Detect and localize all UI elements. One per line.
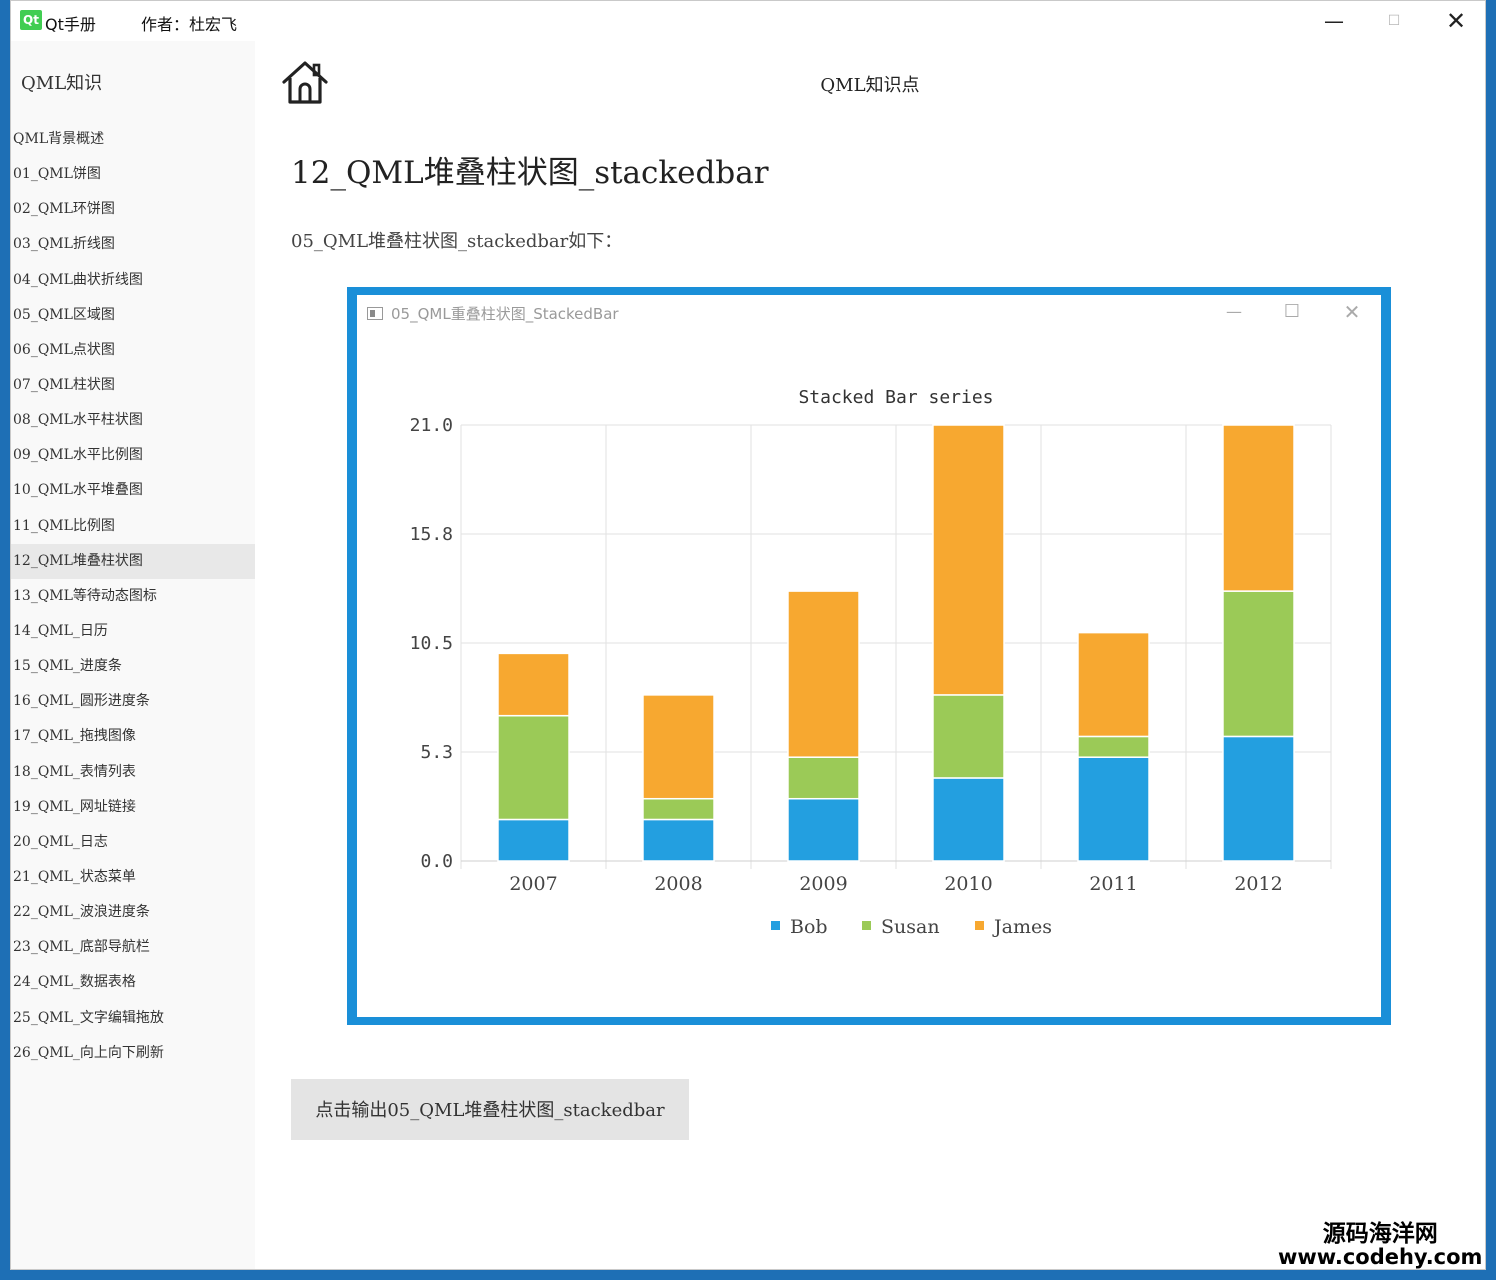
main-content: QML知识点 12_QML堆叠柱状图_stackedbar 05_QML堆叠柱状… bbox=[255, 41, 1485, 1269]
x-tick-label: 2010 bbox=[944, 873, 992, 895]
stacked-bar-chart: Stacked Bar series 0.0 5.3 10.5 15.8 21.0 2007… bbox=[410, 387, 1332, 938]
bar-segment bbox=[787, 797, 860, 862]
sidebar-item[interactable]: 01_QML饼图 bbox=[11, 157, 255, 192]
bar-segment bbox=[1077, 756, 1150, 862]
sidebar-nav-list: QML背景概述 01_QML饼图 02_QML环饼图 03_QML折线图 04_QML曲… bbox=[11, 122, 255, 1071]
bar-segment bbox=[932, 694, 1005, 779]
bar-segment bbox=[932, 777, 1005, 862]
y-tick-label: 21.0 bbox=[410, 415, 453, 436]
watermark-line-1: 源码海洋网 bbox=[1322, 1221, 1438, 1247]
sidebar-item[interactable]: 03_QML折线图 bbox=[11, 227, 255, 262]
sidebar-item[interactable]: 23_QML_底部导航栏 bbox=[11, 930, 255, 965]
x-tick-label: 2012 bbox=[1234, 873, 1282, 895]
y-tick-label: 0.0 bbox=[420, 851, 453, 872]
chart-screenshot-window: 05_QML重叠柱状图_StackedBar — ☐ ✕ Stacked Bar… bbox=[357, 295, 1381, 1017]
sidebar-item[interactable]: 10_QML水平堆叠图 bbox=[11, 473, 255, 508]
sidebar-title: QML知识 bbox=[21, 73, 103, 94]
sidebar-item[interactable]: 25_QML_文字编辑拖放 bbox=[11, 1001, 255, 1036]
sidebar-item[interactable]: 06_QML点状图 bbox=[11, 333, 255, 368]
sidebar-item[interactable]: 05_QML区域图 bbox=[11, 298, 255, 333]
sidebar-item[interactable]: 07_QML柱状图 bbox=[11, 368, 255, 403]
bar-segment bbox=[642, 694, 715, 800]
legend-swatch bbox=[771, 921, 780, 930]
sidebar-item[interactable]: 19_QML_网址链接 bbox=[11, 790, 255, 825]
sidebar-item[interactable]: 15_QML_进度条 bbox=[11, 649, 255, 684]
legend-label: James bbox=[992, 916, 1052, 938]
bar-segment bbox=[1222, 424, 1295, 592]
x-tick-label: 2009 bbox=[799, 873, 847, 895]
app-title: Qt手册 bbox=[45, 15, 96, 34]
bar-segment bbox=[787, 756, 860, 800]
bar-segment bbox=[497, 652, 570, 717]
sidebar-item[interactable]: 20_QML_日志 bbox=[11, 825, 255, 860]
sidebar-item[interactable]: 22_QML_波浪进度条 bbox=[11, 895, 255, 930]
sidebar: QML知识 QML背景概述 01_QML饼图 02_QML环饼图 03_QML折线图 0… bbox=[11, 41, 255, 1269]
bar-segment bbox=[1077, 735, 1150, 758]
sidebar-item[interactable]: 08_QML水平柱状图 bbox=[11, 403, 255, 438]
chart-title: Stacked Bar series bbox=[798, 387, 993, 408]
bar-segment bbox=[932, 424, 1005, 696]
sidebar-item[interactable]: QML背景概述 bbox=[11, 122, 255, 157]
x-tick-label: 2007 bbox=[509, 873, 557, 895]
chart-screenshot-frame: 05_QML重叠柱状图_StackedBar — ☐ ✕ Stacked Bar… bbox=[347, 287, 1391, 1025]
legend-label: Susan bbox=[881, 916, 940, 938]
app-window: Qt Qt手册 作者：杜宏飞 — ☐ ✕ QML知识 QML背景概述 01_QML… bbox=[10, 0, 1486, 1270]
bar-segment bbox=[787, 590, 860, 758]
qt-logo: Qt bbox=[20, 10, 42, 30]
page-title: 12_QML堆叠柱状图_stackedbar bbox=[291, 155, 769, 191]
bar-segment bbox=[1222, 735, 1295, 862]
output-chart-button[interactable]: 点击输出05_QML堆叠柱状图_stackedbar bbox=[291, 1079, 689, 1140]
sidebar-item[interactable]: 24_QML_数据表格 bbox=[11, 965, 255, 1000]
x-tick-label: 2011 bbox=[1089, 873, 1137, 895]
y-tick-label: 10.5 bbox=[410, 633, 453, 654]
legend-swatch bbox=[975, 921, 984, 930]
header-title: QML知识点 bbox=[820, 75, 920, 96]
bar-segment bbox=[642, 818, 715, 862]
sidebar-item[interactable]: 18_QML_表情列表 bbox=[11, 755, 255, 790]
sidebar-item[interactable]: 16_QML_圆形进度条 bbox=[11, 684, 255, 719]
close-button[interactable]: ✕ bbox=[1431, 5, 1481, 37]
sidebar-item[interactable]: 11_QML比例图 bbox=[11, 509, 255, 544]
minimize-button[interactable]: — bbox=[1309, 5, 1359, 37]
y-tick-label: 15.8 bbox=[410, 524, 453, 545]
sidebar-item[interactable]: 14_QML_日历 bbox=[11, 614, 255, 649]
sidebar-item[interactable]: 17_QML_拖拽图像 bbox=[11, 719, 255, 754]
sidebar-item[interactable]: 21_QML_状态菜单 bbox=[11, 860, 255, 895]
bar-segment bbox=[497, 818, 570, 862]
x-tick-label: 2008 bbox=[654, 873, 702, 895]
sidebar-item[interactable]: 09_QML水平比例图 bbox=[11, 438, 255, 473]
bar-segment bbox=[1077, 631, 1150, 738]
y-tick-label: 5.3 bbox=[420, 742, 453, 763]
bar-segment bbox=[1222, 590, 1295, 738]
bar-segment bbox=[642, 797, 715, 821]
sidebar-item[interactable]: 26_QML_向上向下刷新 bbox=[11, 1036, 255, 1071]
sidebar-item[interactable]: 13_QML等待动态图标 bbox=[11, 579, 255, 614]
watermark: 源码海洋网 www.codehy.com bbox=[1278, 1222, 1482, 1268]
sidebar-item[interactable]: 04_QML曲状折线图 bbox=[11, 263, 255, 298]
bar-segment bbox=[497, 714, 570, 821]
watermark-line-2: www.codehy.com bbox=[1278, 1245, 1483, 1270]
sidebar-item[interactable]: 02_QML环饼图 bbox=[11, 192, 255, 227]
author-label: 作者：杜宏飞 bbox=[141, 15, 238, 34]
title-bar: Qt Qt手册 作者：杜宏飞 — ☐ ✕ bbox=[11, 1, 1485, 41]
description-text: 05_QML堆叠柱状图_stackedbar如下： bbox=[291, 231, 623, 252]
maximize-button[interactable]: ☐ bbox=[1369, 5, 1419, 37]
legend-swatch bbox=[862, 921, 871, 930]
legend-label: Bob bbox=[790, 916, 828, 938]
sidebar-item[interactable]: 12_QML堆叠柱状图 bbox=[11, 543, 255, 579]
